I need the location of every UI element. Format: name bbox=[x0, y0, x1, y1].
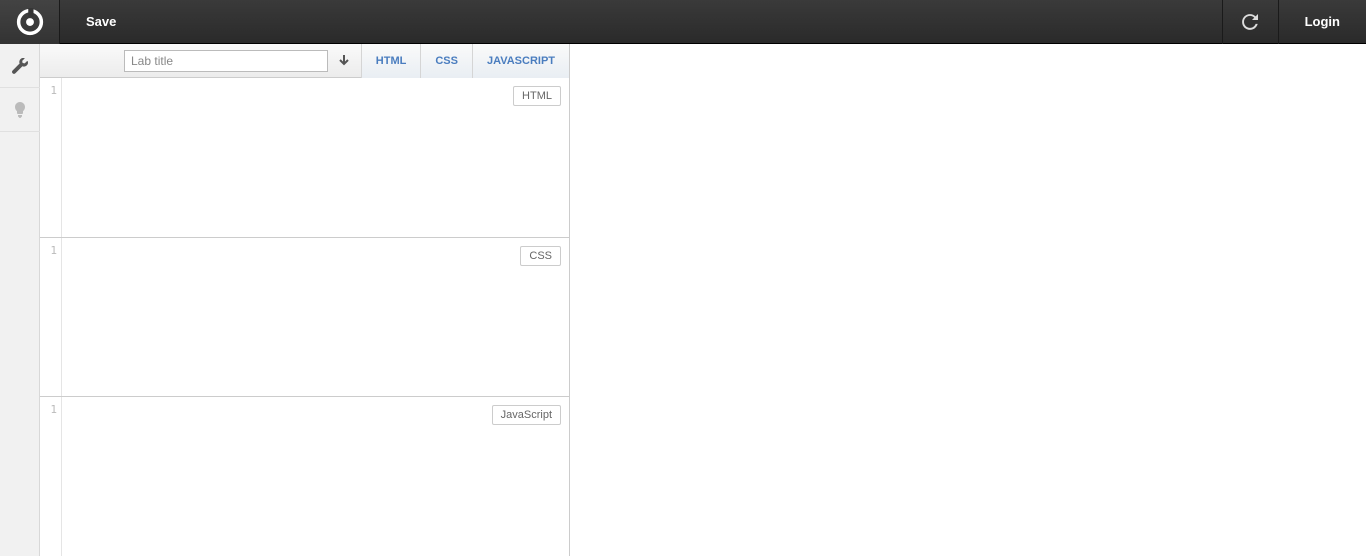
tab-css[interactable]: CSS bbox=[420, 44, 472, 79]
gutter-css: 1 bbox=[40, 238, 62, 397]
editor-column: HTML CSS JAVASCRIPT 1 HTML 1 bbox=[40, 44, 570, 556]
main-container: HTML CSS JAVASCRIPT 1 HTML 1 bbox=[0, 44, 1366, 556]
line-number: 1 bbox=[50, 403, 57, 416]
editor-label-html: HTML bbox=[513, 86, 561, 106]
download-button[interactable] bbox=[334, 50, 355, 72]
refresh-icon bbox=[1242, 14, 1258, 30]
editor-toolbar: HTML CSS JAVASCRIPT bbox=[40, 44, 569, 78]
editor-tabs: HTML CSS JAVASCRIPT bbox=[361, 44, 569, 78]
refresh-button[interactable] bbox=[1222, 0, 1278, 44]
lab-title-input[interactable] bbox=[124, 50, 328, 72]
editor-pane-css: 1 CSS bbox=[40, 238, 569, 398]
logo-icon bbox=[16, 8, 44, 36]
sidebar-item-hints[interactable] bbox=[0, 88, 40, 132]
login-button[interactable]: Login bbox=[1278, 0, 1366, 44]
editor-pane-html: 1 HTML bbox=[40, 78, 569, 238]
tab-javascript[interactable]: JAVASCRIPT bbox=[472, 44, 569, 79]
content: HTML CSS JAVASCRIPT 1 HTML 1 bbox=[40, 44, 1366, 556]
line-number: 1 bbox=[50, 84, 57, 97]
editors-container: 1 HTML 1 CSS 1 bbox=[40, 78, 569, 556]
wrench-icon bbox=[12, 58, 28, 74]
preview-pane bbox=[570, 44, 1366, 556]
editor-label-js: JavaScript bbox=[492, 405, 561, 425]
editor-body-css[interactable]: CSS bbox=[62, 238, 569, 397]
editor-label-css: CSS bbox=[520, 246, 561, 266]
header-left: Save bbox=[60, 14, 116, 29]
top-header: Save Login bbox=[0, 0, 1366, 44]
gutter-html: 1 bbox=[40, 78, 62, 237]
line-number: 1 bbox=[50, 244, 57, 257]
left-sidebar bbox=[0, 44, 40, 556]
editor-body-js[interactable]: JavaScript bbox=[62, 397, 569, 556]
editor-pane-js: 1 JavaScript bbox=[40, 397, 569, 556]
gutter-js: 1 bbox=[40, 397, 62, 556]
arrow-down-icon bbox=[338, 55, 350, 67]
editor-body-html[interactable]: HTML bbox=[62, 78, 569, 237]
save-button[interactable]: Save bbox=[86, 14, 116, 29]
tab-html[interactable]: HTML bbox=[361, 44, 421, 79]
header-right: Login bbox=[1222, 0, 1366, 43]
sidebar-item-settings[interactable] bbox=[0, 44, 40, 88]
lightbulb-icon bbox=[12, 102, 28, 118]
logo[interactable] bbox=[0, 0, 60, 44]
